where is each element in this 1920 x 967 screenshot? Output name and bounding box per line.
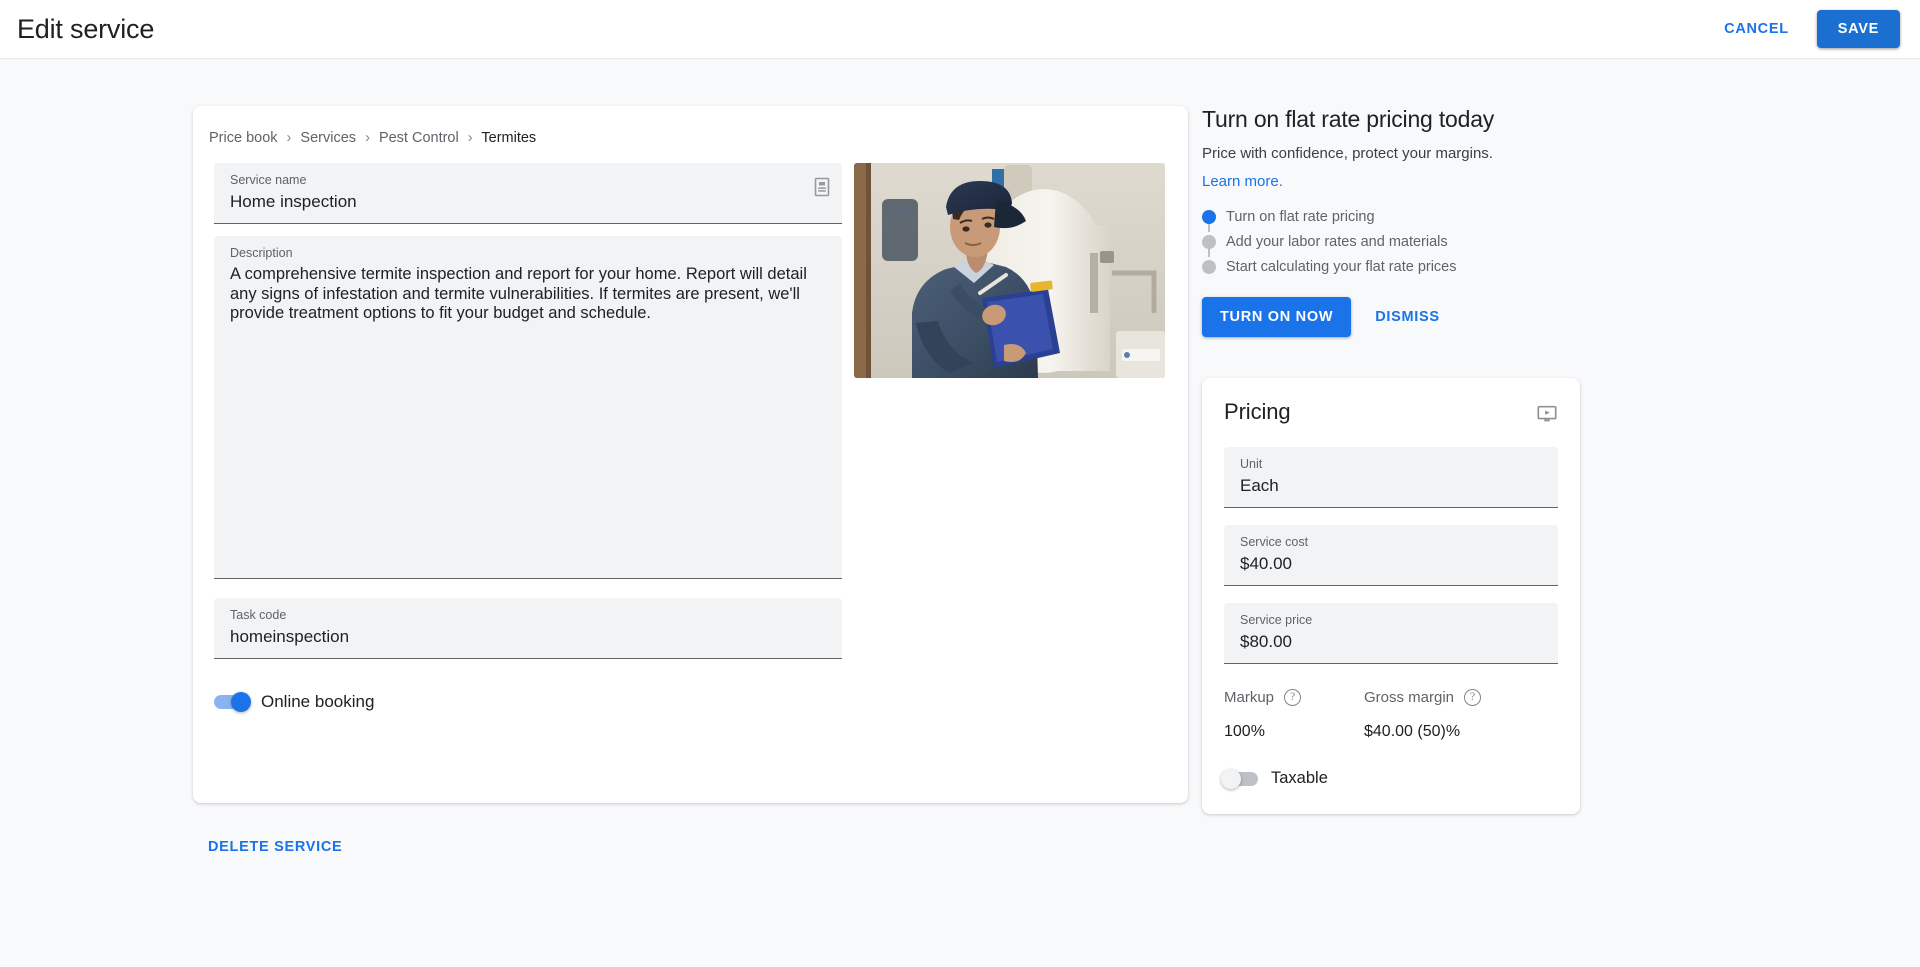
service-price-field[interactable]: Service price $80.00 bbox=[1224, 603, 1558, 664]
task-code-field[interactable]: Task code homeinspection bbox=[214, 598, 842, 659]
step-dot-active-icon bbox=[1202, 209, 1216, 224]
toggle-knob bbox=[1221, 768, 1241, 789]
main-content: Price book › Services › Pest Control › T… bbox=[0, 59, 1920, 967]
taxable-label: Taxable bbox=[1271, 769, 1328, 787]
breadcrumb-item-pest-control[interactable]: Pest Control bbox=[379, 130, 459, 146]
markup-value: 100% bbox=[1224, 723, 1265, 740]
breadcrumb-separator-icon: › bbox=[365, 130, 370, 146]
online-booking-row[interactable]: Online booking bbox=[214, 692, 842, 712]
taxable-toggle[interactable] bbox=[1221, 768, 1258, 789]
stepper-step-3[interactable]: Start calculating your flat rate prices bbox=[1202, 254, 1580, 279]
dismiss-button[interactable]: DISMISS bbox=[1361, 297, 1454, 337]
service-form: Service name Home inspection Description… bbox=[214, 163, 842, 712]
online-booking-label: Online booking bbox=[261, 692, 375, 711]
breadcrumb-separator-icon: › bbox=[286, 130, 292, 146]
description-label: Description bbox=[230, 246, 293, 260]
pricing-title: Pricing bbox=[1224, 399, 1291, 424]
gross-margin-metric: Gross margin ? $40.00 (50)% bbox=[1364, 689, 1504, 741]
gross-margin-head: Gross margin ? bbox=[1364, 689, 1504, 706]
task-code-label: Task code bbox=[230, 608, 287, 622]
markup-label: Markup bbox=[1224, 689, 1275, 706]
breadcrumb: Price book › Services › Pest Control › T… bbox=[209, 130, 536, 146]
app-bar: Edit service CANCEL SAVE bbox=[0, 0, 1920, 59]
markup-head: Markup ? bbox=[1224, 689, 1364, 706]
help-icon[interactable]: ? bbox=[1464, 689, 1482, 706]
service-price-value: $80.00 bbox=[1240, 632, 1292, 651]
service-price-label: Service price bbox=[1240, 613, 1313, 627]
service-name-value: Home inspection bbox=[230, 192, 357, 211]
pricing-fields: Unit Each Service cost $40.00 Service pr… bbox=[1224, 447, 1558, 664]
pricing-card: Pricing Unit Each Service cost $40.00 Se… bbox=[1202, 378, 1580, 814]
ondemand-video-icon[interactable] bbox=[1536, 403, 1558, 425]
taxable-row[interactable]: Taxable bbox=[1221, 768, 1558, 789]
unit-field[interactable]: Unit Each bbox=[1224, 447, 1558, 508]
learn-more-link[interactable]: Learn more. bbox=[1202, 173, 1283, 190]
stepper-step-1[interactable]: Turn on flat rate pricing bbox=[1202, 204, 1580, 232]
step-dot-inactive-icon bbox=[1202, 259, 1216, 274]
breadcrumb-item-termites: Termites bbox=[481, 130, 537, 146]
cancel-button[interactable]: CANCEL bbox=[1708, 11, 1805, 47]
unit-label: Unit bbox=[1240, 457, 1263, 471]
stepper-step-2[interactable]: Add your labor rates and materials bbox=[1202, 229, 1580, 257]
unit-value: Each bbox=[1240, 476, 1279, 495]
step-dot-inactive-icon bbox=[1202, 234, 1216, 249]
pricing-metrics: Markup ? 100% Gross margin ? $40.00 (50)… bbox=[1224, 689, 1558, 741]
online-booking-toggle[interactable] bbox=[214, 692, 251, 712]
turn-on-now-button[interactable]: TURN ON NOW bbox=[1202, 297, 1352, 337]
task-code-value: homeinspection bbox=[230, 627, 350, 646]
app-bar-actions: CANCEL SAVE bbox=[1708, 10, 1900, 48]
technician-photo-illustration bbox=[854, 163, 1165, 378]
toggle-knob bbox=[231, 692, 251, 712]
service-cost-value: $40.00 bbox=[1240, 554, 1292, 573]
gross-margin-value: $40.00 (50)% bbox=[1364, 723, 1461, 740]
breadcrumb-separator-icon: › bbox=[467, 130, 473, 146]
promo-subtitle: Price with confidence, protect your marg… bbox=[1202, 145, 1493, 162]
stepper-step-2-label: Add your labor rates and materials bbox=[1226, 233, 1448, 250]
service-cost-label: Service cost bbox=[1240, 535, 1309, 549]
onboarding-stepper: Turn on flat rate pricing Add your labor… bbox=[1202, 204, 1580, 279]
breadcrumb-item-services[interactable]: Services bbox=[300, 130, 356, 146]
delete-service-button[interactable]: DELETE SERVICE bbox=[198, 829, 352, 865]
markup-metric: Markup ? 100% bbox=[1224, 689, 1364, 741]
save-button[interactable]: SAVE bbox=[1816, 10, 1900, 48]
pricing-header: Pricing bbox=[1224, 399, 1558, 425]
gross-margin-label: Gross margin bbox=[1364, 689, 1455, 706]
service-photo[interactable] bbox=[854, 163, 1165, 378]
service-name-field[interactable]: Service name Home inspection bbox=[214, 163, 842, 224]
service-details-card: Price book › Services › Pest Control › T… bbox=[193, 106, 1188, 803]
description-field[interactable]: Description A comprehensive termite insp… bbox=[214, 236, 842, 579]
help-icon[interactable]: ? bbox=[1284, 689, 1302, 706]
service-name-label: Service name bbox=[230, 173, 307, 187]
page-title: Edit service bbox=[17, 13, 155, 44]
breadcrumb-item-price-book[interactable]: Price book bbox=[209, 130, 278, 146]
right-column: Turn on flat rate pricing today Price wi… bbox=[1202, 106, 1580, 814]
description-value: A comprehensive termite inspection and r… bbox=[230, 265, 807, 322]
stepper-step-1-label: Turn on flat rate pricing bbox=[1226, 208, 1375, 225]
flat-rate-promo: Turn on flat rate pricing today Price wi… bbox=[1202, 106, 1580, 337]
promo-title: Turn on flat rate pricing today bbox=[1202, 106, 1495, 132]
stepper-step-3-label: Start calculating your flat rate prices bbox=[1226, 258, 1457, 275]
promo-actions: TURN ON NOW DISMISS bbox=[1202, 297, 1580, 337]
service-cost-field[interactable]: Service cost $40.00 bbox=[1224, 525, 1558, 586]
document-icon[interactable] bbox=[814, 177, 830, 197]
